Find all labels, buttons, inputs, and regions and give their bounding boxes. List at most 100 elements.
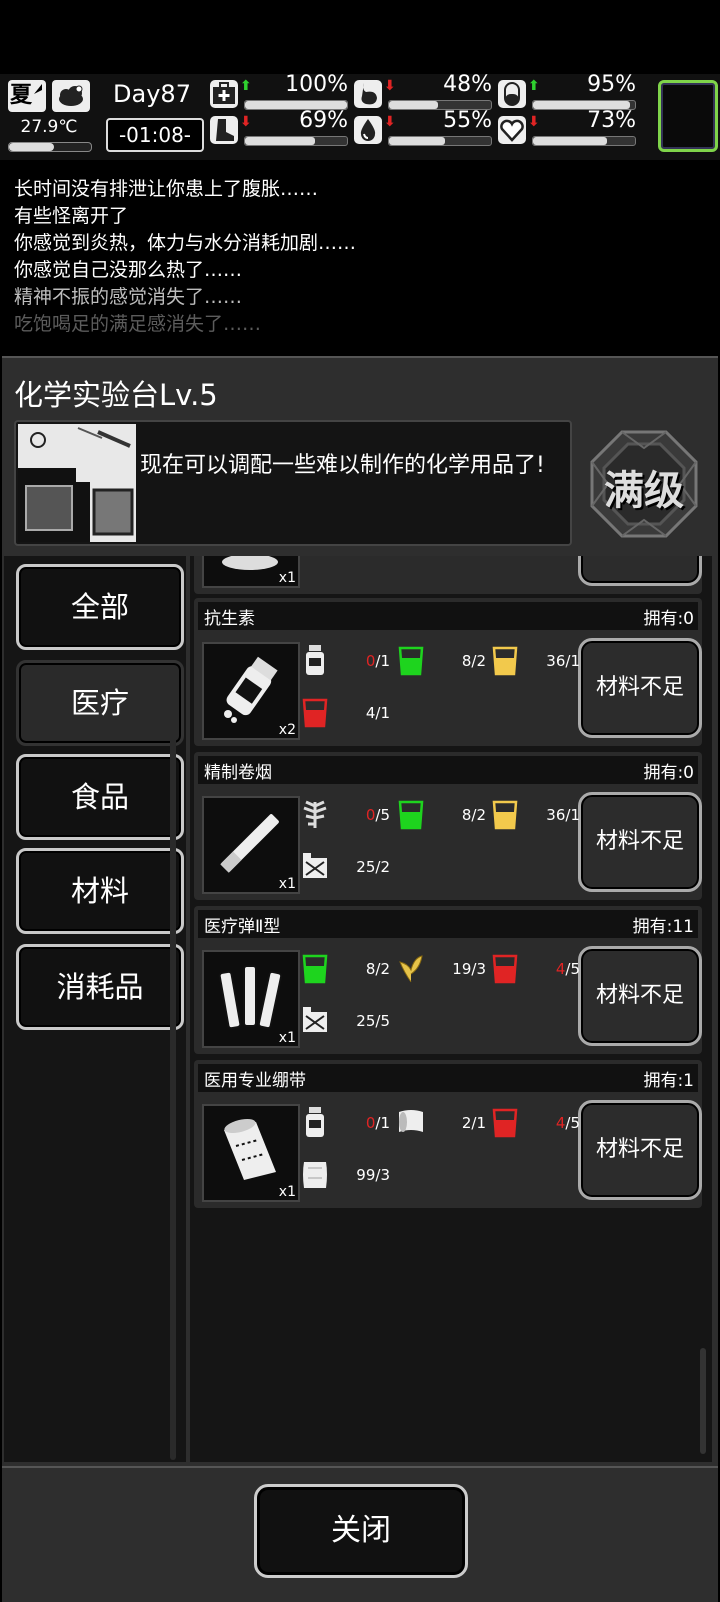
tobacco-leaf-icon — [300, 798, 330, 830]
material-need: /1 — [375, 704, 390, 722]
material-have: 8 — [365, 960, 376, 978]
material-requirement: 0/1 — [300, 1106, 392, 1140]
material-need: /3 — [471, 960, 486, 978]
material-amount: 19/3 — [452, 960, 486, 978]
item-thumbnail: x2 — [202, 642, 300, 740]
category-all-button[interactable]: 全部 — [16, 564, 184, 650]
stat-gauge: ⬇ 48% — [354, 72, 492, 112]
material-amount: 0/1 — [366, 1114, 390, 1132]
boot-icon — [210, 116, 238, 144]
trend-down-icon: ⬇ — [384, 114, 396, 130]
recipe-list[interactable]: x1 抗生素 拥有:0 x2 材料不足 0/1 8/2 36/1 4/1 精制卷… — [190, 556, 712, 1462]
material-have: 0 — [365, 652, 376, 670]
medkit-icon — [210, 80, 238, 108]
material-amount: 8/2 — [462, 806, 486, 824]
craft-button[interactable]: 材料不足 — [578, 946, 702, 1046]
material-amount: 2/1 — [462, 1114, 486, 1132]
close-button[interactable]: 关闭 — [254, 1484, 468, 1578]
material-amount: 4/1 — [366, 704, 390, 722]
material-need: /1 — [565, 806, 580, 824]
item-thumbnail: x1 — [202, 556, 300, 588]
recipe-header — [198, 756, 698, 784]
stat-bar — [532, 136, 636, 146]
material-amount: 0/5 — [366, 806, 390, 824]
material-have: 2 — [461, 1114, 472, 1132]
owned-count: 拥有:0 — [643, 609, 694, 629]
material-amount: 36/1 — [546, 806, 580, 824]
category-consumables-button[interactable]: 消耗品 — [16, 944, 184, 1030]
material-requirement: 8/2 — [396, 798, 488, 832]
event-log: 长时间没有排泄让你患上了腹胀…… 有些怪离开了 你感觉到炎热，体力与水分消耗加剧… — [14, 176, 356, 338]
owned-count: 拥有:0 — [643, 763, 694, 783]
material-amount: 99/3 — [356, 1166, 390, 1184]
trend-up-icon: ⬆ — [528, 78, 540, 94]
stat-bar — [388, 136, 492, 146]
material-requirement: 36/1 — [490, 798, 582, 832]
recipe-name: 医疗弹Ⅱ型 — [204, 917, 281, 937]
recipe-card: 抗生素 拥有:0 x2 材料不足 0/1 8/2 36/1 4/1 — [194, 598, 702, 746]
material-have: 19 — [452, 960, 472, 978]
heart-icon — [498, 116, 526, 144]
material-have: 36 — [546, 652, 566, 670]
red-liquid-icon — [300, 696, 330, 728]
recipe-card: 精制卷烟 拥有:0 x1 材料不足 0/5 8/2 36/1 25/2 — [194, 752, 702, 900]
material-need: /3 — [375, 1166, 390, 1184]
recipe-name: 精制卷烟 — [204, 763, 272, 783]
recipe-scrollbar[interactable] — [700, 1348, 706, 1454]
item-count: x2 — [278, 722, 296, 738]
temperature-bar — [8, 142, 92, 152]
recipe-card-partial: x1 — [194, 556, 702, 594]
category-food-button[interactable]: 食品 — [16, 754, 184, 840]
craft-button[interactable] — [578, 556, 702, 586]
material-need: /2 — [375, 960, 390, 978]
lab-bench-image — [18, 424, 136, 542]
equipment-slot[interactable] — [658, 80, 718, 152]
clock-display: -01:08- — [106, 118, 204, 152]
item-count: x1 — [278, 1184, 296, 1200]
stat-bar — [244, 136, 348, 146]
craft-button[interactable]: 材料不足 — [578, 638, 702, 738]
day-counter: Day87 — [113, 80, 191, 108]
material-have: 36 — [546, 806, 566, 824]
material-requirement: 25/2 — [300, 850, 392, 884]
item-thumbnail: x1 — [202, 796, 300, 894]
category-medical-button[interactable]: 医疗 — [16, 660, 184, 746]
material-need: /5 — [375, 1012, 390, 1030]
stat-gauge: ⬇ 69% — [210, 108, 348, 148]
cloudy-weather-icon — [52, 80, 90, 112]
category-materials-button[interactable]: 材料 — [16, 848, 184, 934]
material-have: 0 — [365, 806, 376, 824]
material-requirement: 2/1 — [396, 1106, 488, 1140]
max-level-label: 满级 — [604, 468, 684, 514]
stat-gauge: ⬆ 95% — [498, 72, 636, 112]
material-requirement: 4/5 — [490, 1106, 582, 1140]
material-have: 4 — [555, 960, 566, 978]
material-need: /1 — [565, 652, 580, 670]
material-have: 8 — [461, 652, 472, 670]
material-amount: 25/5 — [356, 1012, 390, 1030]
log-line: 有些怪离开了 — [14, 205, 129, 227]
fuel-can-icon — [300, 1004, 330, 1036]
stat-value: 95% — [587, 72, 636, 97]
bottle-icon — [300, 1106, 330, 1138]
trend-down-icon: ⬇ — [384, 78, 396, 94]
material-need: /5 — [375, 806, 390, 824]
craft-button[interactable]: 材料不足 — [578, 792, 702, 892]
max-level-badge: 满级 — [588, 428, 700, 540]
material-need: /5 — [565, 960, 580, 978]
material-requirement: 19/3 — [396, 952, 488, 986]
craft-button[interactable]: 材料不足 — [578, 1100, 702, 1200]
material-have: 0 — [365, 1114, 376, 1132]
recipe-name: 抗生素 — [204, 609, 255, 629]
bottle-icon — [300, 644, 330, 676]
item-count: x1 — [278, 1030, 296, 1046]
red-liquid-icon — [490, 1106, 520, 1138]
stat-value: 48% — [443, 72, 492, 97]
green-liquid-icon — [396, 798, 426, 830]
stat-gauge: ⬆ 100% — [210, 72, 348, 112]
material-requirement: 4/5 — [490, 952, 582, 986]
category-scrollbar[interactable] — [170, 700, 176, 1460]
material-amount: 4/5 — [556, 1114, 580, 1132]
stat-gauge: ⬇ 55% — [354, 108, 492, 148]
material-requirement: 25/5 — [300, 1004, 392, 1038]
